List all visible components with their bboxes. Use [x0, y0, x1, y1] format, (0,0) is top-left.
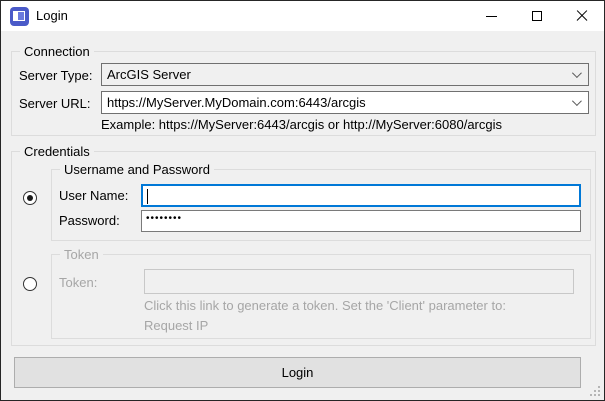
connection-group-label: Connection: [20, 44, 94, 59]
token-request-ip-link: Request IP: [144, 318, 208, 333]
server-url-combobox[interactable]: https://MyServer.MyDomain.com:6443/arcgi…: [101, 91, 589, 114]
token-radio[interactable]: [23, 277, 37, 291]
chevron-down-icon: [572, 96, 582, 106]
maximize-button[interactable]: [514, 1, 559, 31]
chevron-down-icon: [572, 68, 582, 78]
form-glyph-icon: [13, 11, 25, 21]
resize-grip[interactable]: [588, 384, 600, 396]
server-type-value: ArcGIS Server: [107, 67, 191, 82]
server-url-label: Server URL:: [19, 96, 91, 111]
server-url-example-text: Example: https://MyServer:6443/arcgis or…: [101, 117, 502, 132]
credentials-group-label: Credentials: [20, 144, 94, 159]
window-title: Login: [36, 8, 68, 23]
server-type-label: Server Type:: [19, 68, 92, 83]
minimize-icon: [486, 16, 497, 17]
username-password-group-label: Username and Password: [60, 162, 214, 177]
minimize-button[interactable]: [469, 1, 514, 31]
password-input[interactable]: ••••••••: [141, 210, 581, 232]
app-window-icon: [10, 7, 29, 26]
token-hint-text: Click this link to generate a token. Set…: [144, 298, 506, 313]
text-caret: [147, 189, 148, 204]
server-url-value: https://MyServer.MyDomain.com:6443/arcgi…: [107, 95, 366, 110]
close-icon: [576, 10, 588, 22]
token-groupbox: Token: [51, 254, 591, 339]
password-label: Password:: [59, 213, 120, 228]
title-bar[interactable]: Login: [1, 1, 604, 31]
username-password-radio[interactable]: [23, 191, 37, 205]
server-type-dropdown[interactable]: ArcGIS Server: [101, 63, 589, 86]
username-input[interactable]: [141, 184, 581, 207]
token-label: Token:: [59, 275, 97, 290]
maximize-icon: [532, 11, 542, 21]
close-button[interactable]: [559, 1, 604, 31]
radio-selected-dot: [27, 195, 33, 201]
login-dialog: Login Connection Server Type: ArcGIS Ser…: [0, 0, 605, 401]
token-group-label: Token: [60, 247, 103, 262]
username-label: User Name:: [59, 188, 128, 203]
login-button[interactable]: Login: [14, 357, 581, 388]
token-input: [144, 269, 574, 294]
